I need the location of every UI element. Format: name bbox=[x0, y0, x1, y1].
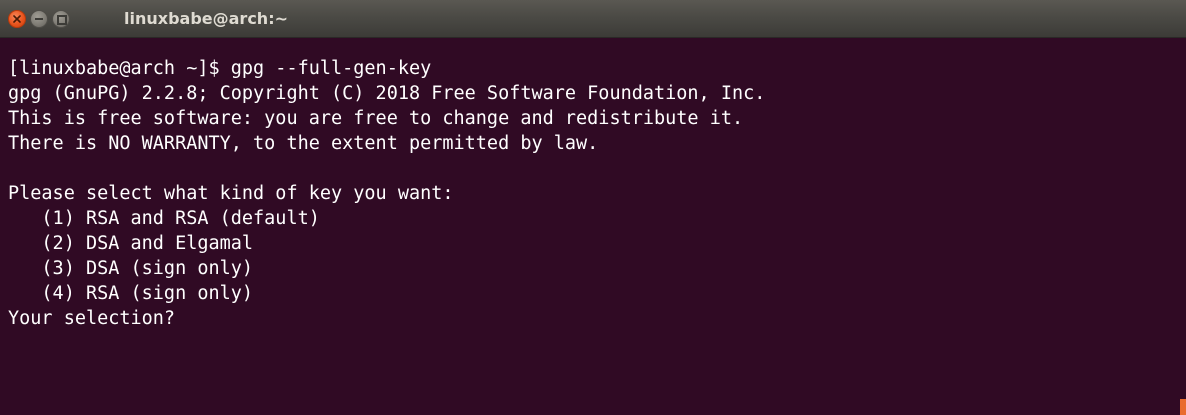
close-icon bbox=[13, 15, 21, 23]
key-option-3: (3) DSA (sign only) bbox=[8, 258, 254, 279]
window-title: linuxbabe@arch:~ bbox=[124, 9, 288, 28]
terminal-line-prompt: [linuxbabe@arch ~]$ gpg --full-gen-key bbox=[8, 58, 432, 79]
maximize-button[interactable] bbox=[52, 10, 70, 28]
key-option-1: (1) RSA and RSA (default) bbox=[8, 208, 320, 229]
key-option-2: (2) DSA and Elgamal bbox=[8, 233, 254, 254]
minimize-button[interactable] bbox=[30, 10, 48, 28]
selection-prompt: Your selection? bbox=[8, 308, 176, 329]
terminal-line: There is NO WARRANTY, to the extent perm… bbox=[8, 133, 599, 154]
window-titlebar[interactable]: linuxbabe@arch:~ bbox=[0, 0, 1186, 38]
terminal-output[interactable]: [linuxbabe@arch ~]$ gpg --full-gen-key g… bbox=[0, 38, 1186, 415]
terminal-line: This is free software: you are free to c… bbox=[8, 108, 744, 129]
terminal-window: linuxbabe@arch:~ [linuxbabe@arch ~]$ gpg… bbox=[0, 0, 1186, 415]
close-button[interactable] bbox=[8, 10, 26, 28]
key-option-4: (4) RSA (sign only) bbox=[8, 283, 254, 304]
terminal-line: gpg (GnuPG) 2.2.8; Copyright (C) 2018 Fr… bbox=[8, 83, 766, 104]
scroll-indicator bbox=[1180, 399, 1186, 415]
terminal-line: Please select what kind of key you want: bbox=[8, 183, 454, 204]
